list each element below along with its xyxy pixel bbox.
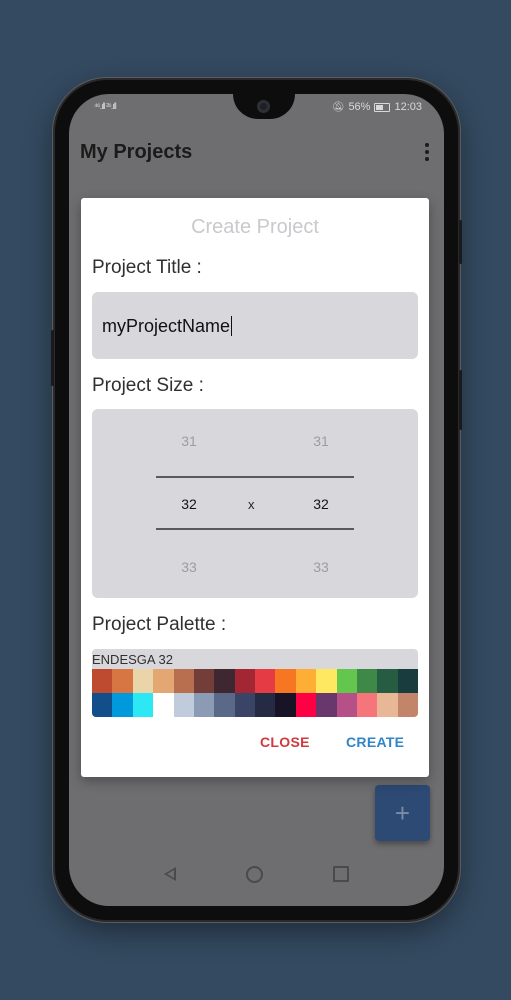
palette-swatch — [173, 693, 194, 717]
palette-swatch — [356, 693, 378, 717]
close-button[interactable]: CLOSE — [260, 734, 310, 750]
palette-swatch — [316, 693, 337, 717]
create-project-dialog: Create Project Project Title : myProject… — [81, 198, 429, 777]
height-next-value[interactable]: 33 — [301, 559, 341, 575]
width-prev-value[interactable]: 31 — [169, 433, 209, 449]
palette-swatch — [92, 693, 113, 717]
recents-icon[interactable] — [333, 866, 349, 882]
palette-swatch — [336, 669, 357, 693]
navigation-bar — [69, 856, 444, 892]
width-next-value[interactable]: 33 — [169, 559, 209, 575]
signal-icon: ⁴⁶.ıll ²⁶.ıll — [94, 101, 117, 111]
project-title-label: Project Title : — [92, 257, 202, 278]
app-screen: ⁴⁶.ıll ²⁶.ıll 🔕︎ 56% 12:03 My Projects + — [69, 94, 444, 906]
palette-swatch — [316, 669, 337, 693]
palette-swatch — [173, 669, 194, 693]
palette-selector[interactable]: ENDESGA 32 — [92, 649, 418, 717]
battery-percent: 56% — [348, 101, 371, 113]
project-size-picker: 31 31 32 x 32 33 33 — [92, 409, 418, 598]
palette-swatch — [356, 669, 378, 693]
add-project-button[interactable]: + — [375, 785, 430, 841]
palette-swatch — [336, 693, 357, 717]
palette-swatch — [214, 669, 235, 693]
palette-swatch — [234, 669, 255, 693]
app-bar: My Projects — [69, 122, 444, 182]
camera-icon — [257, 100, 270, 113]
size-separator: x — [248, 497, 255, 512]
palette-swatch — [214, 693, 235, 717]
palette-swatch — [193, 669, 215, 693]
palette-swatch — [255, 669, 276, 693]
project-title-value: myProjectName — [102, 316, 231, 336]
palette-swatch — [132, 669, 154, 693]
project-title-input[interactable]: myProjectName — [92, 292, 418, 359]
palette-swatch — [92, 669, 113, 693]
palette-swatch — [112, 669, 133, 693]
phone-frame: ⁴⁶.ıll ²⁶.ıll 🔕︎ 56% 12:03 My Projects + — [51, 80, 462, 920]
palette-swatch — [377, 693, 398, 717]
project-palette-label: Project Palette : — [92, 614, 227, 635]
picker-bottom-divider — [156, 528, 354, 530]
palette-swatches-row-1 — [92, 669, 418, 693]
palette-swatches-row-2 — [92, 693, 418, 717]
palette-swatch — [377, 669, 398, 693]
home-icon[interactable] — [246, 865, 263, 883]
battery-icon — [374, 102, 391, 112]
height-selected-value[interactable]: 32 — [301, 496, 341, 512]
height-prev-value[interactable]: 31 — [301, 433, 341, 449]
palette-swatch — [295, 693, 317, 717]
more-options-icon[interactable] — [422, 143, 432, 161]
create-button[interactable]: CREATE — [346, 734, 404, 750]
palette-swatch — [295, 669, 317, 693]
palette-swatch — [397, 669, 418, 693]
palette-swatch — [112, 693, 133, 717]
palette-swatch — [397, 693, 418, 717]
page-title: My Projects — [80, 140, 193, 163]
palette-swatch — [275, 693, 296, 717]
picker-top-divider — [156, 476, 354, 478]
project-title-value-wrap: myProjectName — [102, 316, 233, 337]
mute-icon: 🔕︎ — [331, 101, 345, 113]
back-icon[interactable] — [164, 867, 176, 881]
power-button — [459, 220, 462, 264]
palette-swatch — [275, 669, 296, 693]
palette-swatch — [193, 693, 215, 717]
palette-swatch — [234, 693, 255, 717]
palette-swatch — [132, 693, 154, 717]
status-right: 🔕︎ 56% 12:03 — [332, 101, 422, 113]
palette-name: ENDESGA 32 — [92, 652, 173, 667]
palette-swatch — [153, 693, 174, 717]
side-button — [459, 370, 462, 430]
palette-swatch — [153, 669, 174, 693]
width-selected-value[interactable]: 32 — [169, 496, 209, 512]
dialog-title: Create Project — [191, 216, 319, 238]
clock: 12:03 — [394, 101, 422, 113]
palette-swatch — [255, 693, 276, 717]
text-cursor — [231, 316, 233, 336]
project-size-label: Project Size : — [92, 375, 204, 396]
volume-button — [51, 330, 54, 386]
